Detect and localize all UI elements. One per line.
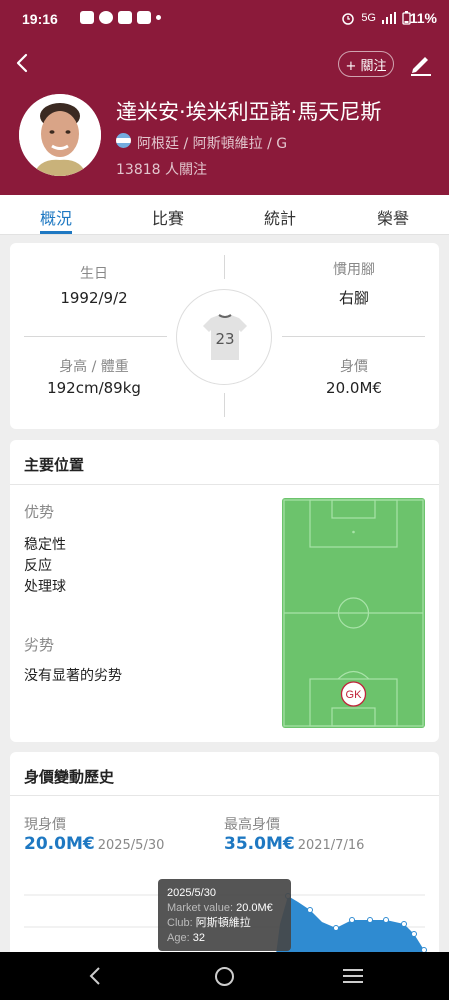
system-icons: 5G [341, 11, 411, 25]
tooltip-market-value: Market value: 20.0M€ [167, 901, 282, 916]
highest-value-date: 2021/7/16 [297, 838, 365, 853]
strength-item: 稳定性 [24, 537, 66, 553]
current-value-label: 現身價 [24, 817, 66, 833]
tooltip-mv-key: Market value: [167, 902, 234, 914]
tab-stats[interactable]: 統計 [264, 205, 296, 229]
tooltip-mv-value: 20.0M€ [236, 902, 273, 914]
divider [282, 336, 425, 337]
player-info-card: 生日 1992/9/2 慣用腳 右腳 身高 / 體重 192cm/89kg 身價… [10, 243, 439, 429]
nav-home-icon[interactable] [214, 966, 235, 987]
strengths-label: 优势 [24, 503, 55, 521]
tooltip-age: Age: 32 [167, 931, 282, 946]
youtube-icon [137, 11, 151, 24]
nav-menu-icon[interactable] [343, 968, 363, 984]
argentina-flag-icon [116, 133, 131, 148]
pitch-diagram: GK [282, 498, 425, 728]
alarm-icon [342, 13, 355, 25]
system-nav-bar [0, 952, 449, 1000]
highest-value-label: 最高身價 [224, 817, 280, 833]
divider [10, 484, 439, 485]
tooltip-age-value: 32 [192, 932, 205, 944]
battery-level: 11% [409, 10, 437, 26]
market-title: 身價變動歷史 [24, 768, 115, 786]
facebook-icon [99, 11, 113, 24]
market-value-value: 20.0M€ [326, 379, 382, 397]
tab-overview[interactable]: 概況 [40, 205, 72, 229]
signal-icon [382, 12, 396, 24]
status-time: 19:16 [22, 11, 58, 27]
player-avatar [19, 94, 101, 176]
chart-tooltip: 2025/5/30 Market value: 20.0M€ Club: 阿斯頓… [158, 879, 291, 951]
current-value-amount: 20.0M€ [24, 834, 95, 854]
chart-point[interactable] [411, 931, 417, 937]
more-notifications-icon [156, 15, 161, 20]
notification-icons [80, 11, 161, 24]
divider [224, 255, 225, 279]
foot-label: 慣用腳 [333, 262, 375, 278]
tab-bar: 概況 比賽 統計 榮譽 [0, 195, 449, 235]
chart-point[interactable] [307, 907, 313, 913]
player-photo [19, 94, 101, 176]
current-value: 20.0M€ 2025/5/30 [24, 834, 164, 854]
height-weight-label: 身高 / 體重 [59, 359, 129, 375]
foot-value: 右腳 [338, 289, 369, 307]
tab-matches[interactable]: 比賽 [152, 205, 184, 229]
strength-item: 反应 [24, 558, 52, 574]
divider [24, 336, 167, 337]
chart-point[interactable] [333, 925, 339, 931]
chart-point[interactable] [383, 917, 389, 923]
highest-value-amount: 35.0M€ [224, 834, 295, 854]
height-weight-value: 192cm/89kg [47, 379, 141, 397]
follow-button[interactable]: + 關注 [338, 51, 394, 77]
follower-count: 13818 人關注 [116, 162, 207, 178]
weaknesses-label: 劣势 [24, 636, 55, 654]
divider [10, 795, 439, 796]
edit-icon[interactable] [408, 52, 434, 76]
player-header: + 關注 達米安·埃米利亞諾·馬天尼斯 阿根廷 / 阿斯頓維拉 / G 1381… [0, 38, 449, 195]
weakness-item: 没有显著的劣势 [24, 668, 122, 684]
birth-label: 生日 [80, 266, 108, 282]
news-app-icon [118, 11, 132, 24]
tooltip-club-key: Club: [167, 917, 193, 929]
divider [224, 393, 225, 417]
chart-point[interactable] [401, 921, 407, 927]
position-title: 主要位置 [24, 456, 85, 474]
market-value-label: 身價 [340, 359, 368, 375]
tooltip-age-key: Age: [167, 932, 190, 944]
jersey-number: 23 [215, 330, 235, 348]
highest-value: 35.0M€ 2021/7/16 [224, 834, 364, 854]
tooltip-date: 2025/5/30 [167, 887, 216, 899]
status-bar: 19:16 5G 11% [0, 0, 449, 38]
player-name: 達米安·埃米利亞諾·馬天尼斯 [116, 100, 382, 124]
strength-item: 处理球 [24, 579, 66, 595]
position-marker-label: GK [346, 689, 363, 701]
tooltip-club: Club: 阿斯頓維拉 [167, 916, 282, 931]
back-icon[interactable] [12, 52, 34, 74]
line-app-icon [80, 11, 94, 24]
tooltip-club-value: 阿斯頓維拉 [195, 917, 251, 929]
current-value-date: 2025/5/30 [97, 838, 165, 853]
chart-point[interactable] [349, 917, 355, 923]
nav-back-icon[interactable] [86, 966, 104, 986]
jersey-badge: 23 [176, 289, 272, 385]
active-tab-indicator [40, 231, 72, 234]
network-type: 5G [361, 12, 376, 24]
chart-point[interactable] [367, 917, 373, 923]
player-nation-club[interactable]: 阿根廷 / 阿斯頓維拉 / G [137, 133, 287, 153]
birth-value: 1992/9/2 [60, 289, 128, 307]
tab-honors[interactable]: 榮譽 [377, 205, 409, 229]
position-card: 主要位置 优势 稳定性 反应 处理球 劣势 没有显著的劣势 GK [10, 440, 439, 742]
